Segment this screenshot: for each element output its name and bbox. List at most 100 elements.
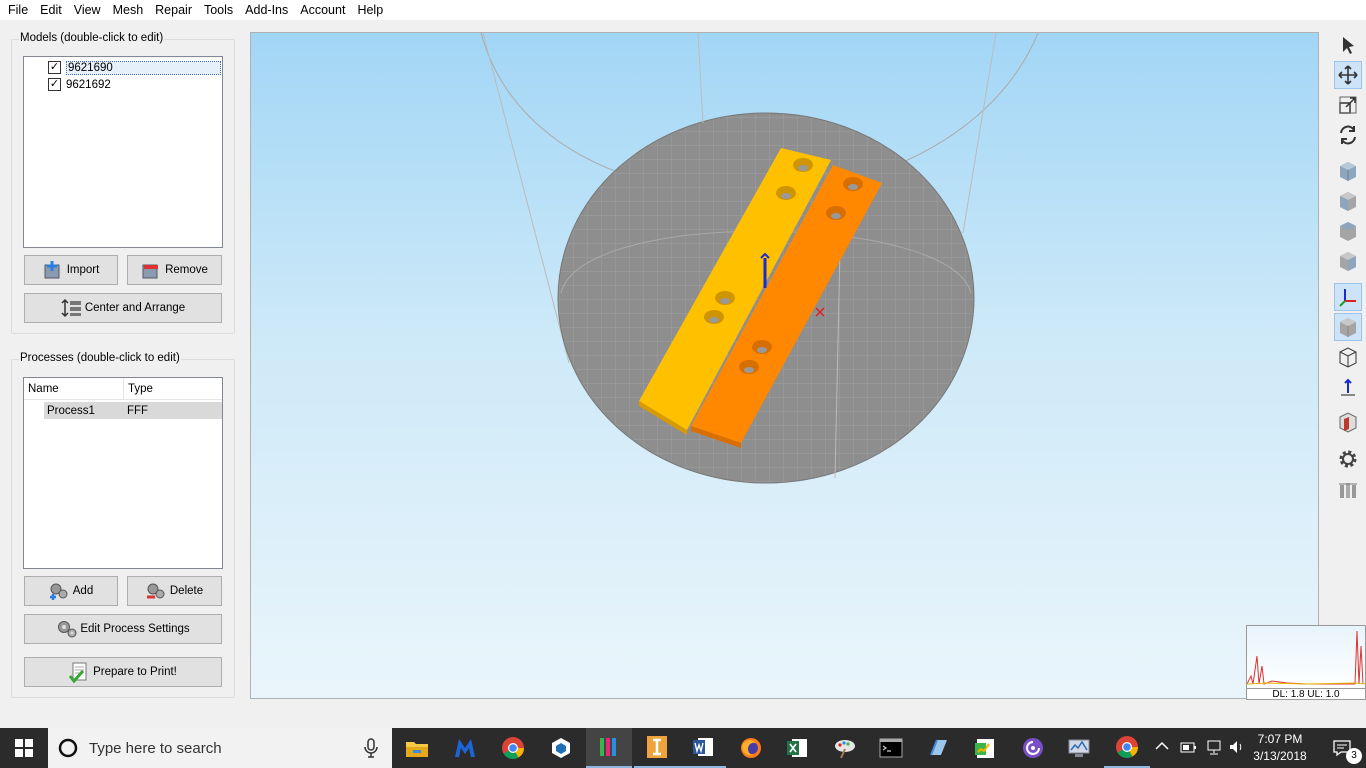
- taskbar-chrome[interactable]: [490, 728, 536, 768]
- paint-icon: [835, 740, 855, 759]
- taskbar-network-monitor[interactable]: [1056, 728, 1102, 768]
- 3d-viewport[interactable]: [250, 32, 1319, 699]
- solid-view-toggle[interactable]: [1334, 313, 1362, 341]
- menu-add-ins[interactable]: Add-Ins: [239, 0, 294, 20]
- taskbar-sketchup[interactable]: [538, 728, 584, 768]
- taskbar-command-prompt[interactable]: [868, 728, 914, 768]
- malwarebytes-icon: [455, 739, 475, 757]
- edit-process-settings-label: Edit Process Settings: [80, 623, 190, 635]
- model-item-9621692[interactable]: ✓ 9621692: [25, 76, 221, 93]
- process-row[interactable]: Process1 FFF: [44, 402, 222, 419]
- statistics-button[interactable]: [1334, 476, 1362, 504]
- taskbar-word[interactable]: [680, 728, 726, 768]
- models-list[interactable]: ✓ 9621690 ✓ 9621692: [23, 56, 223, 248]
- inventor-icon: [647, 736, 667, 758]
- taskbar-project[interactable]: [962, 728, 1008, 768]
- view-front-icon: [1340, 192, 1356, 211]
- statistics-icon: [1339, 483, 1357, 498]
- remove-icon: [141, 260, 161, 280]
- menu-edit[interactable]: Edit: [34, 0, 68, 20]
- prepare-to-print-label: Prepare to Print!: [93, 666, 177, 678]
- center-arrange-icon: [61, 298, 81, 318]
- axes-toggle[interactable]: [1334, 283, 1362, 311]
- build-volume-edge-right: [962, 33, 997, 234]
- taskbar-malwarebytes[interactable]: [442, 728, 488, 768]
- word-icon: [693, 738, 713, 756]
- edit-process-settings-button[interactable]: Edit Process Settings: [24, 614, 222, 644]
- model-checkbox[interactable]: ✓: [48, 78, 61, 91]
- taskbar-inventor[interactable]: [634, 728, 680, 768]
- menu-mesh[interactable]: Mesh: [107, 0, 150, 20]
- processes-list[interactable]: Name Type Process1 FFF: [23, 377, 223, 569]
- remove-label: Remove: [165, 264, 208, 276]
- delete-process-button[interactable]: Delete: [127, 576, 222, 606]
- import-button[interactable]: Import: [24, 255, 118, 285]
- action-center-button[interactable]: 3: [1318, 728, 1366, 768]
- cross-section-icon: [1339, 412, 1357, 433]
- rotate-tool[interactable]: [1334, 121, 1362, 149]
- settings-button[interactable]: [1334, 445, 1362, 473]
- view-front-button[interactable]: [1334, 187, 1362, 215]
- view-top-icon: [1340, 222, 1356, 241]
- taskbar-torrent[interactable]: [1010, 728, 1056, 768]
- tray-volume[interactable]: [1228, 739, 1246, 757]
- view-top-button[interactable]: [1334, 217, 1362, 245]
- taskbar-clock[interactable]: 7:07 PM 3/13/2018: [1250, 728, 1310, 768]
- process-type: FFF: [127, 404, 149, 417]
- menu-repair[interactable]: Repair: [149, 0, 198, 20]
- volume-icon: [1230, 741, 1242, 753]
- column-name[interactable]: Name: [24, 378, 124, 399]
- chevron-up-icon: [1155, 741, 1169, 750]
- prepare-to-print-button[interactable]: Prepare to Print!: [24, 657, 222, 687]
- scale-tool[interactable]: [1334, 91, 1362, 119]
- project-icon: [975, 739, 994, 758]
- tray-network[interactable]: [1204, 739, 1224, 757]
- network-graph-plot: [1247, 626, 1365, 688]
- taskbar-chrome-2[interactable]: [1104, 728, 1150, 768]
- menu-account[interactable]: Account: [294, 0, 351, 20]
- taskbar-firefox[interactable]: [728, 728, 774, 768]
- taskbar-simplify3d[interactable]: [586, 728, 632, 768]
- select-tool[interactable]: [1334, 31, 1362, 59]
- normals-toggle[interactable]: [1334, 373, 1362, 401]
- model-item-9621690[interactable]: ✓ 9621690: [25, 59, 221, 76]
- start-button[interactable]: [0, 728, 48, 768]
- solid-view-icon: [1340, 318, 1356, 337]
- taskbar-notepad[interactable]: [916, 728, 962, 768]
- menu-file[interactable]: File: [2, 0, 34, 20]
- tray-overflow-button[interactable]: [1155, 740, 1173, 756]
- taskbar-paint[interactable]: [822, 728, 868, 768]
- microphone-icon[interactable]: [364, 738, 378, 758]
- menu-view[interactable]: View: [68, 0, 107, 20]
- remove-button[interactable]: Remove: [127, 255, 222, 285]
- notification-count-badge: 3: [1346, 748, 1362, 764]
- wireframe-view-icon: [1339, 347, 1357, 368]
- add-label: Add: [72, 585, 94, 597]
- model-checkbox[interactable]: ✓: [48, 61, 61, 74]
- search-placeholder: Type here to search: [89, 739, 222, 757]
- windows-start-icon: [15, 739, 33, 757]
- add-process-button[interactable]: Add: [24, 576, 118, 606]
- menu-help[interactable]: Help: [351, 0, 389, 20]
- taskbar-excel[interactable]: [774, 728, 820, 768]
- center-arrange-button[interactable]: Center and Arrange: [24, 293, 222, 323]
- taskbar-file-explorer[interactable]: [394, 728, 440, 768]
- menu-tools[interactable]: Tools: [198, 0, 239, 20]
- view-side-button[interactable]: [1334, 247, 1362, 275]
- firefox-icon: [741, 738, 761, 758]
- view-iso-button[interactable]: [1334, 157, 1362, 185]
- clock-date: 3/13/2018: [1253, 749, 1307, 763]
- taskbar-search-box[interactable]: Type here to search: [48, 728, 392, 768]
- column-type[interactable]: Type: [124, 378, 157, 399]
- settings-gears-icon: [56, 619, 77, 639]
- wireframe-view-toggle[interactable]: [1334, 343, 1362, 371]
- axes-icon: [1339, 289, 1356, 307]
- viewport-scene: [480, 33, 1039, 484]
- tray-battery[interactable]: [1180, 740, 1198, 756]
- move-tool[interactable]: [1334, 61, 1362, 89]
- cross-section-toggle[interactable]: [1334, 408, 1362, 436]
- clock-time: 7:07 PM: [1257, 732, 1303, 746]
- torrent-icon: [1023, 738, 1043, 758]
- model-name: 9621690: [66, 60, 221, 75]
- import-icon: [43, 260, 63, 280]
